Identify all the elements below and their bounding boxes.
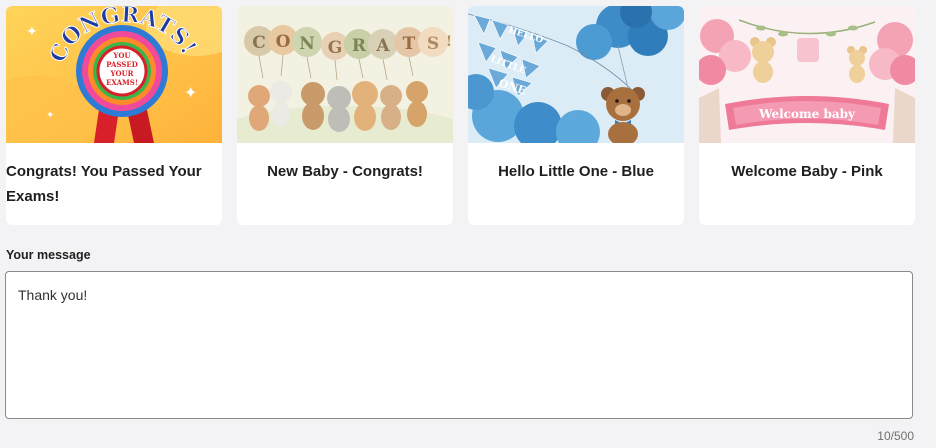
svg-text:✦: ✦	[184, 85, 197, 102]
balloon-letter-exclaim: !	[446, 34, 452, 50]
congrats-exams-rosette-illustration: YOU PASSED YOUR EXAMS! CONGRATS! ✦ ✦ ✦	[6, 6, 222, 143]
rosette-line-1: YOU	[112, 51, 130, 60]
card-hello-little-one-blue[interactable]: HELLO LITTLE ONE Hello Little One - Blue	[468, 6, 684, 225]
card-title: Congrats! You Passed Your Exams!	[6, 163, 202, 205]
card-new-baby-congrats[interactable]: C O N G R A T S ! New Baby - Congrats!	[237, 6, 453, 225]
card-welcome-baby-pink[interactable]: Welcome baby Welcome Baby - Pink	[699, 6, 915, 225]
balloon-letter-a: A	[375, 36, 390, 56]
rosette-line-3: YOUR	[109, 69, 133, 78]
card-title: New Baby - Congrats!	[267, 163, 423, 180]
character-counter: 10/500	[877, 429, 914, 443]
welcome-banner-text: Welcome baby	[758, 107, 856, 121]
balloon-letter-r: R	[352, 36, 367, 56]
balloon-letter-g: G	[328, 38, 343, 58]
card-congrats-exams[interactable]: YOU PASSED YOUR EXAMS! CONGRATS! ✦ ✦ ✦ C…	[6, 6, 222, 225]
teddy-bears-pink-balloons-illustration: Welcome baby	[699, 6, 915, 143]
card-template-list: YOU PASSED YOUR EXAMS! CONGRATS! ✦ ✦ ✦ C…	[6, 6, 915, 225]
balloon-letter-s: S	[427, 34, 439, 54]
svg-text:✦: ✦	[26, 23, 38, 39]
message-label: Your message	[6, 248, 91, 262]
card-title: Hello Little One - Blue	[498, 163, 654, 180]
balloon-letter-c: C	[252, 33, 266, 53]
balloon-letter-n: N	[299, 34, 315, 54]
message-textarea[interactable]: Thank you!	[5, 271, 913, 419]
rosette-line-4: EXAMS!	[106, 78, 138, 87]
svg-text:✦: ✦	[46, 110, 54, 121]
rosette-line-2: PASSED	[106, 60, 138, 69]
teddy-bear-blue-balloons-illustration: HELLO LITTLE ONE	[468, 6, 684, 143]
balloon-letter-o: O	[276, 32, 291, 52]
baby-animals-balloons-illustration: C O N G R A T S !	[237, 6, 453, 143]
card-title: Welcome Baby - Pink	[731, 163, 883, 180]
balloon-letter-t: T	[403, 34, 416, 54]
